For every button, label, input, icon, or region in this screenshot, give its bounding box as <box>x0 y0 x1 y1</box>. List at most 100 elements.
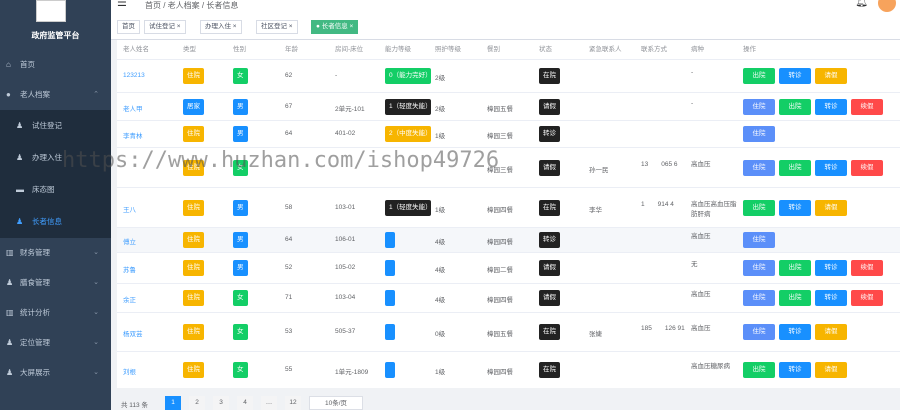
transfer-button[interactable]: 转诊 <box>815 260 847 276</box>
admit-button[interactable]: 住院 <box>743 324 775 340</box>
admit-button[interactable]: 住院 <box>743 99 775 115</box>
sidebar-item-meal[interactable]: ♟ 膳食管理 ⌄ <box>0 268 111 298</box>
discharge-button[interactable]: 出院 <box>779 160 811 176</box>
disease-cell: 无 <box>691 261 698 268</box>
emergency-contact-cell: 孙一民 <box>589 167 609 174</box>
transfer-button[interactable]: 转诊 <box>779 362 811 378</box>
leave-button[interactable]: 请假 <box>815 200 847 216</box>
sidebar-item-elder-archive[interactable]: ● 老人档案 ⌃ <box>0 80 111 110</box>
tab-community[interactable]: 社区登记 × <box>256 20 298 34</box>
tab-elder-info[interactable]: ● 长者信息 × <box>311 20 359 34</box>
extend-leave-button[interactable]: 续假 <box>851 160 883 176</box>
sidebar-item-bedmap[interactable]: ▬ 床态图 <box>0 174 111 206</box>
user-icon: ♟ <box>6 368 14 377</box>
tab-checkin[interactable]: 办理入住 × <box>200 20 242 34</box>
sidebar-item-home[interactable]: ⌂ 首页 <box>0 50 111 80</box>
transfer-button[interactable]: 转诊 <box>779 200 811 216</box>
discharge-button[interactable]: 出院 <box>743 200 775 216</box>
discharge-button[interactable]: 出院 <box>743 68 775 84</box>
home-icon: ⌂ <box>6 60 11 69</box>
bell-icon[interactable]: 🔔︎ <box>855 0 868 8</box>
sidebar-item-finance[interactable]: ▥ 财务管理 ⌄ <box>0 238 111 268</box>
discharge-button[interactable]: 出院 <box>779 99 811 115</box>
column-header: 餐别 <box>487 46 500 53</box>
admit-button[interactable]: 住院 <box>743 160 775 176</box>
transfer-button[interactable]: 转诊 <box>779 324 811 340</box>
elder-name-link[interactable]: 傅立 <box>123 236 136 246</box>
tab-trial[interactable]: 试住登记 × <box>144 20 186 34</box>
leave-button[interactable]: 请假 <box>815 362 847 378</box>
bed-cell: 103-04 <box>335 294 356 301</box>
tab-home[interactable]: 首页 <box>117 20 140 34</box>
admit-button[interactable]: 住院 <box>743 126 775 142</box>
sidebar-item-elder-info[interactable]: ♟ 长者信息 <box>0 206 111 238</box>
extend-leave-button[interactable]: 续假 <box>851 99 883 115</box>
extend-leave-button[interactable]: 续假 <box>851 290 883 306</box>
status-badge: 在院 <box>539 68 560 84</box>
sidebar-item-bigscreen[interactable]: ♟ 大屏展示 ⌄ <box>0 358 111 388</box>
sidebar-item-stats[interactable]: ▥ 统计分析 ⌄ <box>0 298 111 328</box>
watermark: https://www.huzhan.com/ishop49726 <box>62 148 500 173</box>
ability-badge <box>385 232 395 248</box>
discharge-button[interactable]: 出院 <box>779 260 811 276</box>
status-badge: 在院 <box>539 362 560 378</box>
bed-cell: - <box>335 72 338 79</box>
age-cell: 64 <box>285 236 293 243</box>
sidebar-item-location[interactable]: ♟ 定位管理 ⌄ <box>0 328 111 358</box>
status-badge: 转诊 <box>539 232 560 248</box>
transfer-button[interactable]: 转诊 <box>815 290 847 306</box>
elder-name-link[interactable]: 王八 <box>123 204 136 214</box>
page-ellipsis[interactable]: … <box>261 396 277 410</box>
sidebar: 政府监管平台 ⌂ 首页 ● 老人档案 ⌃ ♟ 试住登记 ♟ 办理入住 ▬ 床态图 ♟ 长者信息… <box>0 0 111 410</box>
sidebar-item-trial[interactable]: ♟ 试住登记 <box>0 110 111 142</box>
elder-name-link[interactable]: 杨双芸 <box>123 328 143 338</box>
menu-toggle-icon[interactable]: ☰ <box>117 0 127 9</box>
column-header: 年龄 <box>285 46 298 53</box>
page-button[interactable]: 4 <box>237 396 253 410</box>
status-badge: 请假 <box>539 290 560 306</box>
discharge-button[interactable]: 出院 <box>779 290 811 306</box>
column-header: 房间-床位 <box>335 46 364 53</box>
disease-cell: 高血压 <box>691 233 711 240</box>
bed-cell: 1单元-1809 <box>335 369 369 376</box>
admit-button[interactable]: 住院 <box>743 260 775 276</box>
status-badge: 在院 <box>539 200 560 216</box>
ability-badge <box>385 324 395 340</box>
admit-button[interactable]: 住院 <box>743 290 775 306</box>
elder-name-link[interactable]: 李青林 <box>123 130 143 140</box>
admit-button[interactable]: 住院 <box>743 232 775 248</box>
column-header: 操作 <box>743 46 756 53</box>
sidebar-item-label: 老人档案 <box>20 90 50 99</box>
elder-table: 老人姓名 类型 性别 年龄 房间-床位 能力等级 照护等级 餐别 状态 紧急联系人 联系方式 病种 操作… <box>117 40 900 388</box>
transfer-button[interactable]: 转诊 <box>815 160 847 176</box>
type-badge: 住院 <box>183 68 204 84</box>
transfer-button[interactable]: 转诊 <box>779 68 811 84</box>
transfer-button[interactable]: 转诊 <box>815 99 847 115</box>
elder-name-link[interactable]: 123213 <box>123 72 145 79</box>
meal-cell: 樟园五餐 <box>487 331 513 338</box>
discharge-button[interactable]: 出院 <box>743 362 775 378</box>
page-button[interactable]: 2 <box>189 396 205 410</box>
page-button[interactable]: 3 <box>213 396 229 410</box>
elder-name-link[interactable]: 老人甲 <box>123 103 143 113</box>
age-cell: 67 <box>285 103 293 110</box>
chevron-up-icon: ⌃ <box>93 91 99 98</box>
table-row: 李青林 住院 男 64 401-02 2（中度失能） 1级 樟园三餐 转诊 住院 <box>117 120 900 147</box>
page-button[interactable]: 1 <box>165 396 181 410</box>
bed-cell: 505-37 <box>335 328 356 335</box>
type-badge: 居家 <box>183 99 204 115</box>
page-size-select[interactable]: 10条/页 <box>309 396 363 410</box>
avatar[interactable] <box>878 0 896 12</box>
elder-name-link[interactable]: 苏鲁 <box>123 264 136 274</box>
leave-button[interactable]: 请假 <box>815 324 847 340</box>
leave-button[interactable]: 请假 <box>815 68 847 84</box>
age-cell: 52 <box>285 264 293 271</box>
column-header: 性别 <box>233 46 246 53</box>
page-button[interactable]: 12 <box>285 396 301 410</box>
header: ☰ 首页 / 老人档案 / 长者信息 🔔︎ <box>111 0 900 14</box>
elder-name-link[interactable]: 刘根 <box>123 366 136 376</box>
disease-cell: 高血压 <box>691 291 711 298</box>
extend-leave-button[interactable]: 续假 <box>851 260 883 276</box>
elder-name-link[interactable]: 余正 <box>123 294 136 304</box>
column-header: 联系方式 <box>641 46 667 53</box>
